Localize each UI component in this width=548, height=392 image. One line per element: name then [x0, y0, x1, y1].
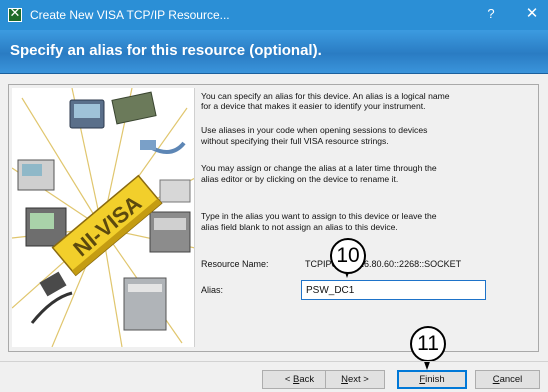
- title-bar: ✕ Create New VISA TCP/IP Resource... ? ✕: [0, 0, 548, 30]
- device-meter-left: [17, 159, 55, 191]
- device-rack-right: [149, 211, 191, 253]
- cancel-button[interactable]: Cancel: [475, 370, 540, 389]
- description-para3-line2: alias editor or by clicking on the devic…: [201, 174, 399, 184]
- device-cable-bottom-left: [30, 271, 73, 324]
- close-button[interactable]: ✕: [524, 4, 540, 24]
- wizard-header: Specify an alias for this resource (opti…: [0, 30, 548, 74]
- description-para1-line2: for a device that makes it easier to ide…: [201, 101, 426, 111]
- help-button[interactable]: ?: [484, 6, 498, 24]
- device-box-right: [159, 179, 191, 203]
- device-chassis-bottom: [123, 277, 167, 331]
- finish-button[interactable]: Finish: [397, 370, 467, 389]
- ni-visa-illustration: NI-VISA: [12, 88, 195, 347]
- alias-label: Alias:: [201, 285, 224, 295]
- resource-name-value: TCPIP0::172.16.80.60::2268::SOCKET: [305, 259, 462, 269]
- alias-input[interactable]: [301, 280, 486, 300]
- description-para1-line1: You can specify an alias for this device…: [201, 91, 450, 101]
- device-instrument-top: [69, 99, 105, 129]
- step-callout-11: 11: [410, 326, 446, 362]
- step-callout-10: 10: [330, 238, 366, 274]
- device-cable-right: [140, 140, 186, 154]
- next-button[interactable]: Next >: [325, 370, 385, 389]
- device-scope-left: [25, 207, 67, 247]
- description-para3-line1: You may assign or change the alias at a …: [201, 163, 437, 173]
- description-para4-line2: alias field blank to not assign an alias…: [201, 222, 398, 232]
- description-para2-line1: Use aliases in your code when opening se…: [201, 125, 428, 135]
- description-para4-line1: Type in the alias you want to assign to …: [201, 211, 437, 221]
- device-card-top: [111, 91, 157, 125]
- description-para2-line2: without specifying their full VISA resou…: [201, 136, 389, 146]
- window-title: Create New VISA TCP/IP Resource...: [30, 8, 230, 22]
- footer-divider: [0, 361, 548, 362]
- resource-name-label: Resource Name:: [201, 259, 269, 269]
- ni-max-app-icon: ✕: [8, 6, 22, 22]
- page-title: Specify an alias for this resource (opti…: [10, 42, 322, 59]
